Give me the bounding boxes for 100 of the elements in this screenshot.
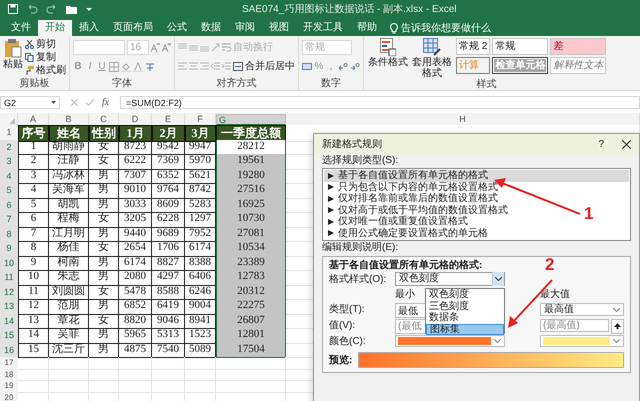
- merge-center-button[interactable]: 合并后居中: [233, 60, 295, 73]
- ribbon-tab[interactable]: 插入: [72, 20, 106, 36]
- insert-function-button[interactable]: fx: [102, 97, 110, 108]
- row-header[interactable]: 7: [0, 212, 18, 228]
- help-button[interactable]: ?: [598, 138, 604, 150]
- ribbon-tab[interactable]: 审阅: [228, 20, 262, 36]
- ribbon-tab[interactable]: 开始: [38, 20, 72, 36]
- fill-color-icon[interactable]: [121, 62, 131, 72]
- dropdown-option[interactable]: 数据条: [426, 312, 504, 324]
- ribbon-tab[interactable]: 帮助: [350, 20, 384, 36]
- cell-style-swatch[interactable]: 差: [550, 38, 606, 55]
- tell-me-field[interactable]: 告诉我你想要做什么: [401, 22, 511, 34]
- decrease-indent-icon[interactable]: [211, 62, 220, 71]
- borders-icon[interactable]: [109, 62, 119, 72]
- currency-icon[interactable]: [302, 62, 312, 71]
- row-header[interactable]: 9: [0, 241, 18, 256]
- empty-cell[interactable]: [119, 368, 152, 381]
- row-header[interactable]: 13: [0, 299, 18, 314]
- ribbon-tab[interactable]: 数据: [194, 20, 228, 36]
- rule-type-item[interactable]: 仅对高于或低于平均值的数值设置格式: [324, 204, 508, 216]
- table-cell: 5478: [119, 284, 152, 300]
- empty-cell[interactable]: [89, 368, 119, 381]
- row-header[interactable]: 3: [0, 154, 18, 170]
- ribbon-tab[interactable]: 页面布局: [106, 20, 160, 36]
- orientation-icon[interactable]: [211, 43, 220, 52]
- empty-cell[interactable]: [216, 368, 286, 381]
- empty-cell[interactable]: [152, 380, 185, 392]
- align-left-icon[interactable]: [178, 62, 187, 71]
- empty-cell[interactable]: [185, 357, 216, 370]
- checkmark-icon[interactable]: [86, 99, 94, 106]
- close-icon[interactable]: [622, 140, 631, 148]
- rule-type-item[interactable]: 只为包含以下内容的单元格设置格式: [324, 182, 498, 193]
- empty-cell[interactable]: [119, 380, 152, 392]
- color-dropdown[interactable]: [540, 335, 624, 347]
- caret-icon[interactable]: [86, 6, 92, 12]
- rule-type-item[interactable]: 仅对唯一值或重复值设置格式: [324, 216, 468, 228]
- empty-cell[interactable]: [49, 357, 89, 370]
- empty-cell[interactable]: [152, 357, 185, 370]
- align-middle-icon[interactable]: [189, 43, 198, 52]
- empty-cell[interactable]: [216, 380, 286, 392]
- empty-cell[interactable]: [49, 380, 89, 392]
- empty-cell[interactable]: [49, 368, 89, 381]
- formula-field[interactable]: =SUM(D2:F2): [120, 96, 640, 109]
- increase-decimal-icon[interactable]: [338, 62, 348, 71]
- ribbon-tab[interactable]: 开发工具: [296, 20, 350, 36]
- row-header[interactable]: 19: [0, 380, 18, 392]
- decrease-decimal-icon[interactable]: [350, 62, 360, 71]
- value-field[interactable]: (最低: [395, 319, 425, 334]
- ribbon-tab[interactable]: 文件: [4, 20, 38, 36]
- dropdown-option[interactable]: 图标集: [426, 324, 504, 335]
- empty-cell[interactable]: [185, 368, 216, 381]
- cell-style-swatch[interactable]: 常规: [492, 38, 548, 55]
- name-box[interactable]: G2: [0, 96, 60, 109]
- phonetic-icon[interactable]: [145, 62, 155, 72]
- color-dropdown[interactable]: [395, 335, 505, 347]
- column-header[interactable]: G: [216, 114, 286, 126]
- format-painter-button[interactable]: 格式刷: [25, 64, 66, 77]
- row-header[interactable]: 17: [0, 357, 18, 370]
- paste-button[interactable]: 粘贴: [3, 38, 23, 70]
- format-style-dropdown[interactable]: 双色刻度: [395, 272, 505, 286]
- undo-icon[interactable]: [26, 4, 38, 14]
- cell-style-swatch[interactable]: 常规 2: [456, 38, 490, 55]
- empty-cell[interactable]: [89, 380, 119, 392]
- row-header[interactable]: 15: [0, 328, 18, 344]
- empty-cell[interactable]: [152, 368, 185, 381]
- type-dropdown[interactable]: 最低: [395, 303, 425, 318]
- dropdown-option[interactable]: 三色刻度: [426, 300, 504, 312]
- table-cell: 9: [18, 256, 49, 271]
- dropdown-option[interactable]: 双色刻度: [426, 289, 504, 300]
- cell-style-swatch[interactable]: 解释性文本: [550, 57, 606, 74]
- font-color-icon[interactable]: [133, 62, 143, 72]
- cut-button[interactable]: 剪切: [25, 38, 66, 51]
- save-icon[interactable]: [8, 4, 18, 14]
- table-header-cell: 1月: [119, 125, 152, 142]
- ribbon-tab[interactable]: 视图: [262, 20, 296, 36]
- rule-type-item[interactable]: 使用公式确定要设置格式的单元格: [324, 228, 488, 239]
- rule-type-item[interactable]: 基于各自值设置所有单元格的格式: [324, 170, 629, 182]
- align-center-icon[interactable]: [189, 62, 198, 71]
- type-dropdown[interactable]: 最高值: [540, 303, 624, 316]
- font-name-field[interactable]: [73, 40, 125, 55]
- folder-icon[interactable]: [66, 4, 78, 14]
- shrink-font-icon[interactable]: [162, 43, 171, 52]
- redo-icon[interactable]: [46, 4, 58, 14]
- table-cell: 女: [89, 314, 119, 329]
- conditional-formatting-button[interactable]: 条件格式: [367, 38, 409, 68]
- copy-button[interactable]: 复制: [25, 51, 66, 64]
- rule-type-item[interactable]: 仅对排名靠前或靠后的数值设置格式: [324, 193, 498, 204]
- empty-cell[interactable]: [185, 380, 216, 392]
- row-header[interactable]: 11: [0, 270, 18, 286]
- empty-cell[interactable]: [216, 357, 286, 370]
- empty-cell[interactable]: [119, 357, 152, 370]
- empty-cell[interactable]: [89, 357, 119, 370]
- range-select-button[interactable]: [611, 319, 624, 334]
- format-as-table-button[interactable]: 套用表格格式: [411, 38, 453, 79]
- grow-font-icon[interactable]: [151, 43, 160, 52]
- ribbon-tab[interactable]: 公式: [160, 20, 194, 36]
- row-header[interactable]: 5: [0, 183, 18, 198]
- increase-indent-icon[interactable]: [222, 62, 231, 71]
- align-right-icon[interactable]: [200, 62, 209, 71]
- cancel-icon[interactable]: [70, 99, 78, 106]
